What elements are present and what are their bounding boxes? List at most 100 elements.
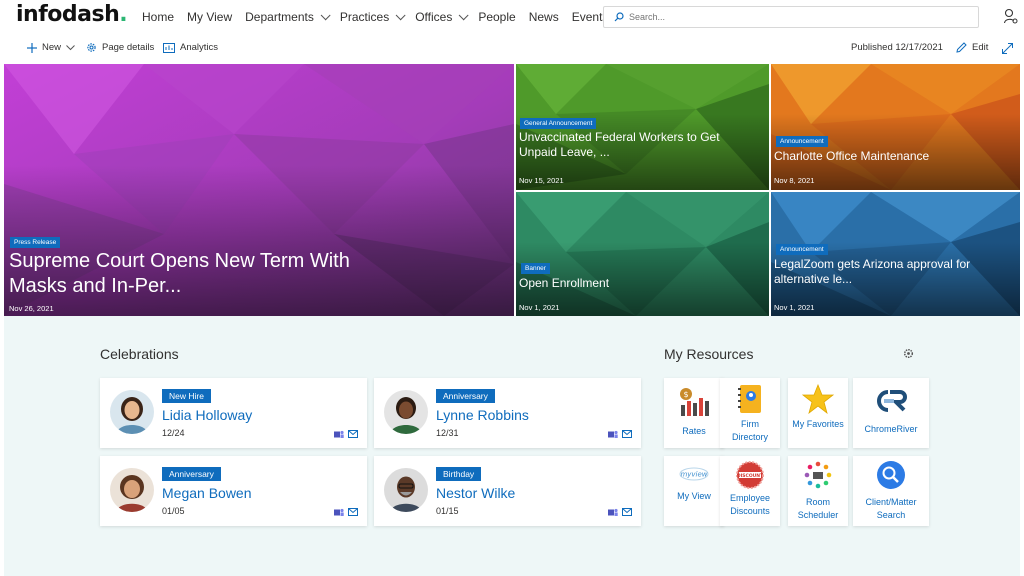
celebration-type-badge: Anniversary xyxy=(436,389,495,403)
new-button[interactable]: New xyxy=(27,42,80,53)
nav-item-home[interactable]: Home xyxy=(142,10,174,24)
nav-item-departments[interactable]: Departments xyxy=(245,9,331,24)
resource-label: Rates xyxy=(682,426,706,436)
celebration-type-badge: Anniversary xyxy=(162,467,221,481)
chevron-down-icon xyxy=(66,44,75,50)
gear-icon xyxy=(87,43,96,52)
avatar xyxy=(384,390,428,434)
page-details-label: Page details xyxy=(102,42,155,53)
gear-icon[interactable] xyxy=(903,348,914,359)
celebration-card[interactable]: Anniversary Lynne Robbins 12/31 xyxy=(374,378,641,448)
resource-tile-firm-directory[interactable]: Firm Directory xyxy=(720,378,780,448)
mail-icon[interactable] xyxy=(622,430,632,438)
expand-icon[interactable] xyxy=(1002,43,1013,54)
celebration-date: 01/15 xyxy=(436,506,459,516)
star-icon xyxy=(802,384,834,414)
nav-item-offices[interactable]: Offices xyxy=(415,9,469,24)
tile-title: Unvaccinated Federal Workers to Get Unpa… xyxy=(519,130,720,159)
resource-label: My Favorites xyxy=(792,419,844,429)
infodash-logo[interactable]: infodash. xyxy=(16,2,128,27)
teams-icon[interactable] xyxy=(334,508,344,517)
nav-label: People xyxy=(478,10,516,24)
room-scheduler-icon xyxy=(804,461,832,489)
celebration-card[interactable]: Anniversary Megan Bowen 01/05 xyxy=(100,456,367,526)
chromeriver-logo-icon xyxy=(877,390,907,412)
person-name[interactable]: Lidia Holloway xyxy=(162,407,252,423)
tile-title: Supreme Court Opens New Term With Masks … xyxy=(9,250,350,297)
tile-date: Nov 8, 2021 xyxy=(774,176,815,185)
search-box[interactable] xyxy=(603,6,979,28)
teams-icon[interactable] xyxy=(608,430,618,439)
new-label: New xyxy=(42,42,62,53)
nav-item-people[interactable]: People xyxy=(478,10,515,24)
nav-label: Practices xyxy=(339,10,390,24)
avatar xyxy=(384,468,428,512)
edit-button[interactable]: Edit xyxy=(956,42,988,53)
celebrations-title: Celebrations xyxy=(100,346,179,362)
resource-tile-my-favorites[interactable]: My Favorites xyxy=(788,378,848,448)
tile-category-badge: Announcement xyxy=(776,136,828,147)
person-name[interactable]: Nestor Wilke xyxy=(436,485,515,501)
resource-tile-client-matter-search[interactable]: Client/Matter Search xyxy=(853,456,929,526)
svg-text:myview: myview xyxy=(680,471,707,479)
resource-tile-chromeriver[interactable]: ChromeRiver xyxy=(853,378,929,448)
page-details-button[interactable]: Page details xyxy=(86,42,154,53)
hero-tile-5[interactable]: Announcement LegalZoom gets Arizona appr… xyxy=(771,192,1020,316)
analytics-button[interactable]: Analytics xyxy=(163,42,218,53)
logo-text: infodash xyxy=(16,2,120,27)
mail-icon[interactable] xyxy=(348,430,358,438)
nav-item-news[interactable]: News xyxy=(529,10,559,24)
published-label: Published 12/17/2021 xyxy=(851,42,943,53)
resource-label: ChromeRiver xyxy=(864,424,918,434)
celebration-date: 01/05 xyxy=(162,506,185,516)
myview-logo-icon: myview xyxy=(679,467,709,481)
hero-tile-3[interactable]: Announcement Charlotte Office Maintenanc… xyxy=(771,64,1020,190)
user-settings-icon[interactable] xyxy=(1004,8,1018,24)
resources-title: My Resources xyxy=(664,346,754,362)
nav-item-practices[interactable]: Practices xyxy=(339,9,406,24)
search-input[interactable] xyxy=(629,12,959,22)
resource-tile-room-scheduler[interactable]: Room Scheduler xyxy=(788,456,848,526)
tile-title: LegalZoom gets Arizona approval for alte… xyxy=(774,257,971,286)
svg-text:DISCOUNT: DISCOUNT xyxy=(737,473,764,479)
teams-icon[interactable] xyxy=(608,508,618,517)
edit-label: Edit xyxy=(972,42,989,53)
tile-date: Nov 15, 2021 xyxy=(519,176,564,185)
hero-tile-4[interactable]: Banner Open Enrollment Nov 1, 2021 xyxy=(516,192,769,316)
celebration-card[interactable]: New Hire Lidia Holloway 12/24 xyxy=(100,378,367,448)
person-name[interactable]: Megan Bowen xyxy=(162,485,252,501)
tile-date: Nov 1, 2021 xyxy=(519,303,560,312)
tile-title: Open Enrollment xyxy=(519,276,610,290)
analytics-label: Analytics xyxy=(180,42,219,53)
published-status: Published 12/17/2021 xyxy=(851,42,943,53)
teams-icon[interactable] xyxy=(334,430,344,439)
nav-item-my-view[interactable]: My View xyxy=(187,10,232,24)
resource-label: Firm Directory xyxy=(731,419,768,442)
nav-label: Offices xyxy=(415,10,453,24)
resource-label: Client/Matter Search xyxy=(865,497,917,520)
plus-icon xyxy=(27,42,37,53)
avatar xyxy=(110,468,154,512)
resource-tile-employee-discounts[interactable]: DISCOUNT Employee Discounts xyxy=(720,456,780,526)
mail-icon[interactable] xyxy=(348,508,358,516)
resource-tile-my-view[interactable]: myview My View xyxy=(664,456,724,526)
avatar xyxy=(110,390,154,434)
tile-date: Nov 26, 2021 xyxy=(9,304,54,313)
command-bar: New Page details Analytics Published 12/… xyxy=(0,38,1024,60)
hero-tile-2[interactable]: General Announcement Unvaccinated Federa… xyxy=(516,64,769,190)
pencil-icon xyxy=(956,42,967,53)
resource-label: Room Scheduler xyxy=(797,497,839,520)
celebration-type-badge: New Hire xyxy=(162,389,211,403)
celebration-card[interactable]: Birthday Nestor Wilke 01/15 xyxy=(374,456,641,526)
resource-tile-rates[interactable]: $ Rates xyxy=(664,378,724,448)
tile-category-badge: Banner xyxy=(521,263,550,274)
tile-date: Nov 1, 2021 xyxy=(774,303,815,312)
hero-tile-main[interactable]: Press Release Supreme Court Opens New Te… xyxy=(4,64,514,316)
mail-icon[interactable] xyxy=(622,508,632,516)
tile-title: Charlotte Office Maintenance xyxy=(774,149,930,163)
person-name[interactable]: Lynne Robbins xyxy=(436,407,529,423)
chevron-down-icon xyxy=(395,9,406,20)
client-search-icon xyxy=(877,461,905,489)
discount-badge-icon: DISCOUNT xyxy=(736,461,764,489)
nav-label: Departments xyxy=(245,10,314,24)
